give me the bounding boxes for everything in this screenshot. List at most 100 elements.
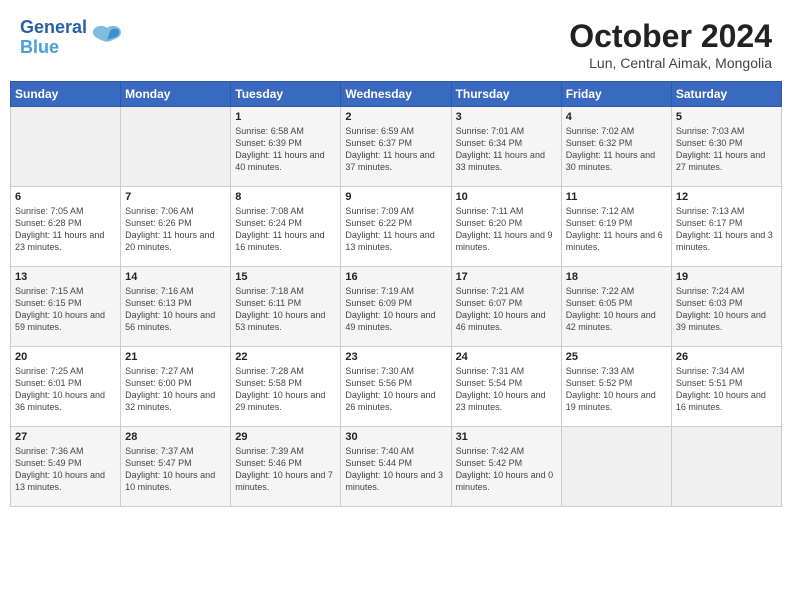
day-cell: 27 Sunrise: 7:36 AM Sunset: 5:49 PM Dayli… [11,427,121,507]
week-row-5: 27 Sunrise: 7:36 AM Sunset: 5:49 PM Dayli… [11,427,782,507]
day-number: 21 [125,351,226,363]
day-number: 23 [345,351,446,363]
day-detail: Sunrise: 7:27 AM Sunset: 6:00 PM Dayligh… [125,365,226,414]
day-number: 27 [15,431,116,443]
day-cell: 2 Sunrise: 6:59 AM Sunset: 6:37 PM Daylig… [341,107,451,187]
day-cell [671,427,781,507]
day-cell: 25 Sunrise: 7:33 AM Sunset: 5:52 PM Dayli… [561,347,671,427]
week-row-3: 13Sunrise: 7:15 AM Sunset: 6:15 PM Dayli… [11,267,782,347]
day-detail: Sunrise: 7:42 AM Sunset: 5:42 PM Dayligh… [456,445,557,494]
header-cell-monday: Monday [121,82,231,107]
day-cell: 15 Sunrise: 7:18 AM Sunset: 6:11 PM Dayli… [231,267,341,347]
logo-text-general: General [20,18,87,38]
day-cell: 12 Sunrise: 7:13 AM Sunset: 6:17 PM Dayli… [671,187,781,267]
header-cell-wednesday: Wednesday [341,82,451,107]
day-cell: 10 Sunrise: 7:11 AM Sunset: 6:20 PM Dayli… [451,187,561,267]
day-cell: 23 Sunrise: 7:30 AM Sunset: 5:56 PM Dayli… [341,347,451,427]
day-number: 1 [235,111,336,123]
page-header: General Blue October 2024 Lun, Central A… [10,10,782,75]
day-detail: Sunrise: 7:01 AM Sunset: 6:34 PM Dayligh… [456,125,557,174]
day-number: 19 [676,271,777,283]
day-detail: Sunrise: 7:05 AM Sunset: 6:28 PM Dayligh… [15,205,116,254]
day-cell: 16 Sunrise: 7:19 AM Sunset: 6:09 PM Dayli… [341,267,451,347]
day-cell: 29 Sunrise: 7:39 AM Sunset: 5:46 PM Dayli… [231,427,341,507]
day-cell: 4 Sunrise: 7:02 AM Sunset: 6:32 PM Daylig… [561,107,671,187]
header-row: SundayMondayTuesdayWednesdayThursdayFrid… [11,82,782,107]
day-cell: 1Sunrise: 6:58 AM Sunset: 6:39 PM Daylig… [231,107,341,187]
week-row-2: 6Sunrise: 7:05 AM Sunset: 6:28 PM Daylig… [11,187,782,267]
week-row-4: 20 Sunrise: 7:25 AM Sunset: 6:01 PM Dayli… [11,347,782,427]
day-cell: 18 Sunrise: 7:22 AM Sunset: 6:05 PM Dayli… [561,267,671,347]
calendar-table: SundayMondayTuesdayWednesdayThursdayFrid… [10,81,782,507]
day-cell: 6Sunrise: 7:05 AM Sunset: 6:28 PM Daylig… [11,187,121,267]
day-cell: 9Sunrise: 7:09 AM Sunset: 6:22 PM Daylig… [341,187,451,267]
day-number: 4 [566,111,667,123]
day-detail: Sunrise: 7:34 AM Sunset: 5:51 PM Dayligh… [676,365,777,414]
day-cell: 5Sunrise: 7:03 AM Sunset: 6:30 PM Daylig… [671,107,781,187]
day-number: 30 [345,431,446,443]
logo-text-blue: Blue [20,38,87,58]
day-cell: 14 Sunrise: 7:16 AM Sunset: 6:13 PM Dayli… [121,267,231,347]
day-detail: Sunrise: 7:15 AM Sunset: 6:15 PM Dayligh… [15,285,116,334]
logo: General Blue [20,18,123,58]
day-number: 15 [235,271,336,283]
day-number: 24 [456,351,557,363]
day-detail: Sunrise: 7:19 AM Sunset: 6:09 PM Dayligh… [345,285,446,334]
day-cell: 13Sunrise: 7:15 AM Sunset: 6:15 PM Dayli… [11,267,121,347]
day-detail: Sunrise: 7:13 AM Sunset: 6:17 PM Dayligh… [676,205,777,254]
day-detail: Sunrise: 7:31 AM Sunset: 5:54 PM Dayligh… [456,365,557,414]
day-number: 29 [235,431,336,443]
day-cell [121,107,231,187]
day-number: 12 [676,191,777,203]
day-cell: 11Sunrise: 7:12 AM Sunset: 6:19 PM Dayli… [561,187,671,267]
header-cell-tuesday: Tuesday [231,82,341,107]
day-cell: 17 Sunrise: 7:21 AM Sunset: 6:07 PM Dayli… [451,267,561,347]
day-cell: 30Sunrise: 7:40 AM Sunset: 5:44 PM Dayli… [341,427,451,507]
day-cell: 26Sunrise: 7:34 AM Sunset: 5:51 PM Dayli… [671,347,781,427]
day-detail: Sunrise: 7:28 AM Sunset: 5:58 PM Dayligh… [235,365,336,414]
day-number: 16 [345,271,446,283]
day-detail: Sunrise: 7:25 AM Sunset: 6:01 PM Dayligh… [15,365,116,414]
day-number: 20 [15,351,116,363]
week-row-1: 1Sunrise: 6:58 AM Sunset: 6:39 PM Daylig… [11,107,782,187]
day-detail: Sunrise: 7:30 AM Sunset: 5:56 PM Dayligh… [345,365,446,414]
day-detail: Sunrise: 7:09 AM Sunset: 6:22 PM Dayligh… [345,205,446,254]
header-cell-thursday: Thursday [451,82,561,107]
day-cell: 21 Sunrise: 7:27 AM Sunset: 6:00 PM Dayli… [121,347,231,427]
day-cell: 22 Sunrise: 7:28 AM Sunset: 5:58 PM Dayli… [231,347,341,427]
day-number: 10 [456,191,557,203]
day-number: 2 [345,111,446,123]
day-detail: Sunrise: 7:06 AM Sunset: 6:26 PM Dayligh… [125,205,226,254]
title-area: October 2024 Lun, Central Aimak, Mongoli… [569,18,772,71]
day-detail: Sunrise: 7:37 AM Sunset: 5:47 PM Dayligh… [125,445,226,494]
day-detail: Sunrise: 7:18 AM Sunset: 6:11 PM Dayligh… [235,285,336,334]
day-number: 8 [235,191,336,203]
day-cell: 28 Sunrise: 7:37 AM Sunset: 5:47 PM Dayli… [121,427,231,507]
header-cell-saturday: Saturday [671,82,781,107]
day-number: 25 [566,351,667,363]
day-detail: Sunrise: 7:12 AM Sunset: 6:19 PM Dayligh… [566,205,667,254]
day-cell: 19Sunrise: 7:24 AM Sunset: 6:03 PM Dayli… [671,267,781,347]
day-number: 28 [125,431,226,443]
day-detail: Sunrise: 6:59 AM Sunset: 6:37 PM Dayligh… [345,125,446,174]
day-detail: Sunrise: 7:36 AM Sunset: 5:49 PM Dayligh… [15,445,116,494]
day-detail: Sunrise: 7:22 AM Sunset: 6:05 PM Dayligh… [566,285,667,334]
calendar-body: 1Sunrise: 6:58 AM Sunset: 6:39 PM Daylig… [11,107,782,507]
day-cell: 3Sunrise: 7:01 AM Sunset: 6:34 PM Daylig… [451,107,561,187]
calendar-header: SundayMondayTuesdayWednesdayThursdayFrid… [11,82,782,107]
month-title: October 2024 [569,18,772,55]
day-number: 5 [676,111,777,123]
day-number: 18 [566,271,667,283]
day-number: 22 [235,351,336,363]
day-detail: Sunrise: 7:11 AM Sunset: 6:20 PM Dayligh… [456,205,557,254]
day-detail: Sunrise: 7:39 AM Sunset: 5:46 PM Dayligh… [235,445,336,494]
day-cell: 20 Sunrise: 7:25 AM Sunset: 6:01 PM Dayli… [11,347,121,427]
logo-bird-icon [91,24,123,52]
day-detail: Sunrise: 7:21 AM Sunset: 6:07 PM Dayligh… [456,285,557,334]
day-cell [11,107,121,187]
day-detail: Sunrise: 7:33 AM Sunset: 5:52 PM Dayligh… [566,365,667,414]
day-number: 17 [456,271,557,283]
day-number: 14 [125,271,226,283]
day-detail: Sunrise: 7:16 AM Sunset: 6:13 PM Dayligh… [125,285,226,334]
day-detail: Sunrise: 7:02 AM Sunset: 6:32 PM Dayligh… [566,125,667,174]
